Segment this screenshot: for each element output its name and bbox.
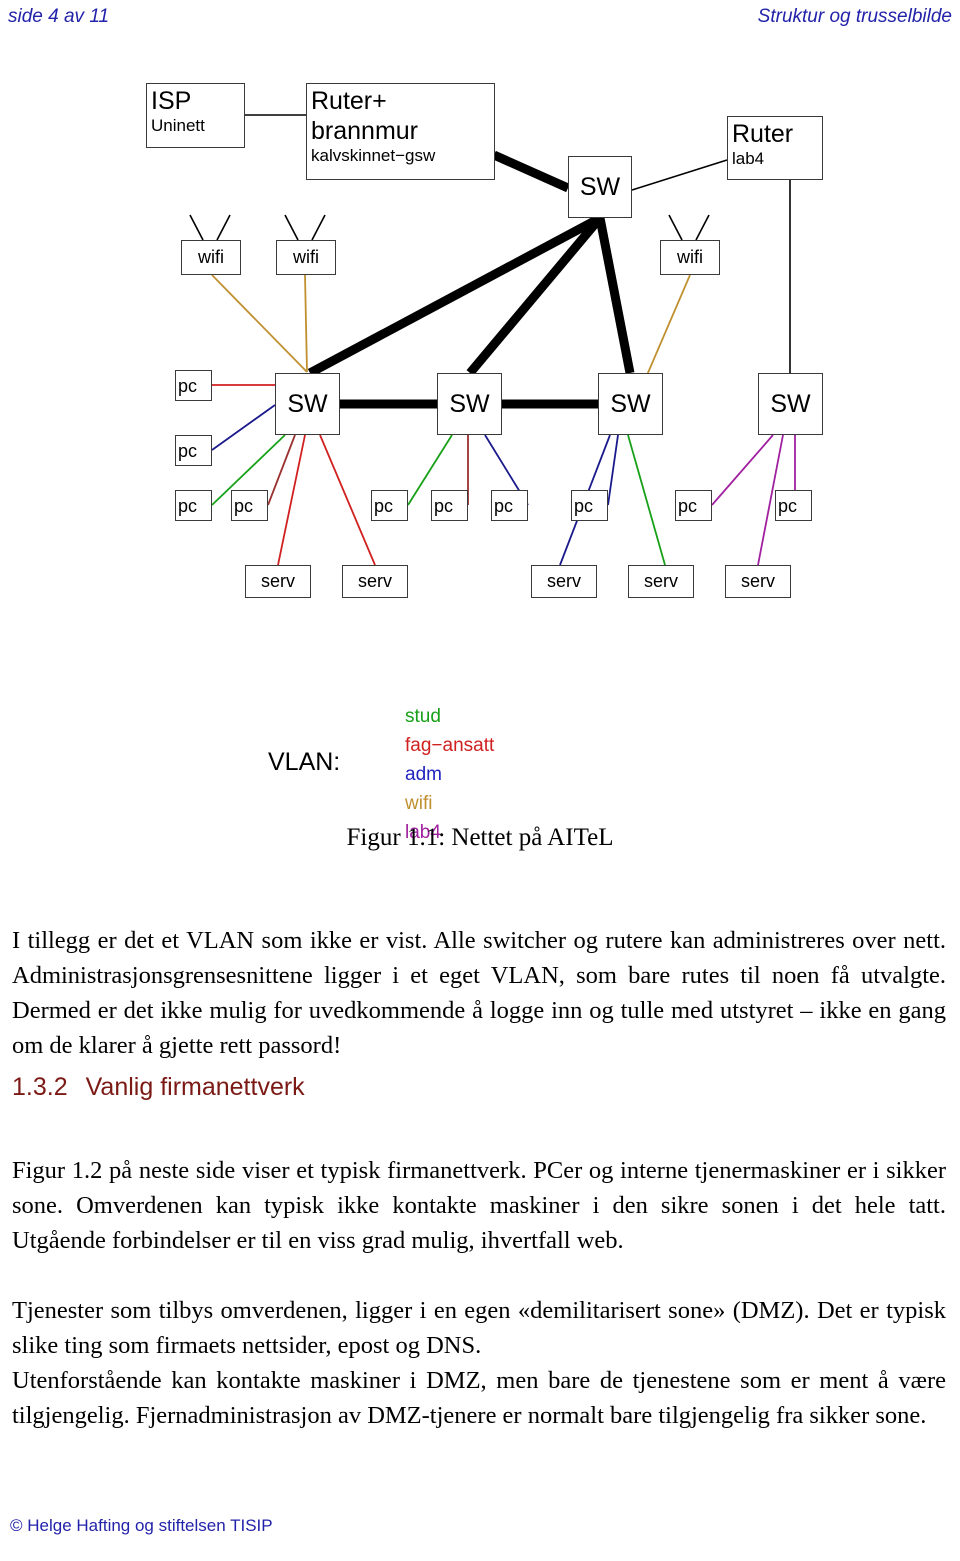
node-firewall: Ruter+ brannmur kalvskinnet−gsw (306, 83, 495, 180)
node-router-lab4: Ruter lab4 (727, 116, 823, 180)
paragraph-1: I tillegg er det et VLAN som ikke er vis… (12, 926, 946, 1059)
wire-wifi1-sw1 (211, 274, 308, 373)
node-switch-2-label: SW (449, 389, 490, 418)
vlan-item-fag-ansatt: fag−ansatt (405, 735, 495, 756)
wire-sw1-serv2 (319, 434, 376, 566)
page-footer: © Helge Hafting og stiftelsen TISIP (10, 1516, 273, 1535)
node-pc-stack-1: pc (175, 370, 212, 401)
node-wifi-2: wifi (276, 240, 336, 275)
node-switch-3-label: SW (610, 389, 651, 418)
node-wifi-3-label: wifi (677, 247, 703, 267)
wire-sw4-pc7 (711, 434, 774, 506)
node-wifi-1-label: wifi (198, 247, 224, 267)
node-pc-row-8-label: pc (778, 495, 798, 516)
node-switch-1: SW (275, 373, 340, 435)
node-isp: ISP Uninett (146, 83, 245, 148)
node-server-5: serv (725, 565, 791, 598)
node-pc-row-1-label: pc (178, 495, 198, 516)
node-firewall-title2: brannmur (311, 117, 418, 145)
section-heading: 1.3.2 Vanlig firmanettverk (12, 1073, 305, 1102)
section-heading-title: Vanlig firmanettverk (85, 1073, 305, 1101)
node-wifi-2-label: wifi (293, 247, 319, 267)
wire-sw3-serv4 (627, 434, 666, 566)
node-switch-4-lab4: SW (758, 373, 823, 435)
node-pc-row-4-label: pc (434, 495, 454, 516)
node-server-3: serv (531, 565, 597, 598)
vlan-item-stud: stud (405, 706, 441, 727)
wire-coresw-routerlab4 (631, 159, 728, 191)
page-number-label: side 4 av 11 (8, 6, 110, 27)
wire-coresw-sw3 (595, 217, 635, 374)
node-pc-row-5: pc (491, 490, 528, 521)
node-firewall-subtitle: kalvskinnet−gsw (311, 146, 436, 165)
node-pc-row-2: pc (231, 490, 268, 521)
node-server-4: serv (628, 565, 694, 598)
node-pc-stack-2: pc (175, 435, 212, 466)
node-pc-row-4: pc (431, 490, 468, 521)
node-wifi-1: wifi (181, 240, 241, 275)
node-router-lab4-subtitle: lab4 (732, 149, 765, 168)
node-isp-title: ISP (151, 87, 192, 115)
node-pc-row-2-label: pc (234, 495, 254, 516)
wire-firewall-coresw (492, 150, 570, 193)
node-pc-row-7-label: pc (678, 495, 698, 516)
vlan-item-wifi: wifi (405, 793, 433, 814)
node-pc-stack-2-label: pc (178, 440, 198, 461)
wifi-antennas (189, 214, 710, 241)
wire-sw1-serv1 (277, 434, 306, 566)
node-pc-row-8: pc (775, 490, 812, 521)
wire-sw1-pc2 (267, 434, 296, 506)
node-server-5-label: serv (740, 571, 775, 591)
node-core-switch-label: SW (579, 172, 621, 201)
node-server-1-label: serv (260, 571, 295, 591)
paragraph-3: Tjenester som tilbys omverdenen, ligger … (12, 1296, 946, 1359)
node-router-lab4-title: Ruter (732, 120, 794, 148)
wire-wifi2-sw1 (304, 274, 308, 373)
node-server-2-label: serv (357, 571, 392, 591)
node-server-4-label: serv (643, 571, 678, 591)
wire-coresw-sw1 (307, 214, 603, 377)
node-pc-row-3-label: pc (374, 495, 394, 516)
vlan-legend-label: VLAN: (268, 748, 341, 776)
node-switch-2: SW (437, 373, 502, 435)
network-diagram: ISP Uninett Ruter+ brannmur kalvskinnet−… (0, 60, 960, 843)
page-header: side 4 av 11 Struktur og trusselbilde (0, 6, 960, 40)
node-server-3-label: serv (546, 571, 581, 591)
node-pc-row-6-label: pc (574, 495, 594, 516)
wire-coresw-sw2 (466, 215, 604, 376)
node-core-switch: SW (568, 156, 632, 218)
node-pc-row-7: pc (675, 490, 712, 521)
node-switch-1-label: SW (287, 389, 328, 418)
node-firewall-title: Ruter+ (311, 87, 387, 115)
wire-sw1-pcB (211, 404, 276, 451)
wire-sw3-pc6 (607, 434, 619, 506)
node-pc-row-1: pc (175, 490, 212, 521)
node-wifi-3: wifi (660, 240, 720, 275)
paragraph-4: Utenforstående kan kontakte maskiner i D… (12, 1366, 946, 1429)
node-isp-subtitle: Uninett (151, 116, 205, 135)
figure-caption: Figur 1.1: Nettet på AITeL (346, 824, 614, 851)
node-pc-row-3: pc (371, 490, 408, 521)
node-server-1: serv (245, 565, 311, 598)
node-server-2: serv (342, 565, 408, 598)
node-switch-4-lab4-label: SW (770, 389, 811, 418)
node-pc-stack-1-label: pc (178, 375, 198, 396)
chapter-title-label: Struktur og trusselbilde (757, 6, 952, 27)
section-heading-number: 1.3.2 (12, 1073, 68, 1101)
node-pc-row-6: pc (571, 490, 608, 521)
node-pc-row-5-label: pc (494, 495, 514, 516)
paragraph-2: Figur 1.2 på neste side viser et typisk … (12, 1156, 946, 1254)
vlan-item-adm: adm (405, 764, 442, 785)
node-switch-3: SW (598, 373, 663, 435)
